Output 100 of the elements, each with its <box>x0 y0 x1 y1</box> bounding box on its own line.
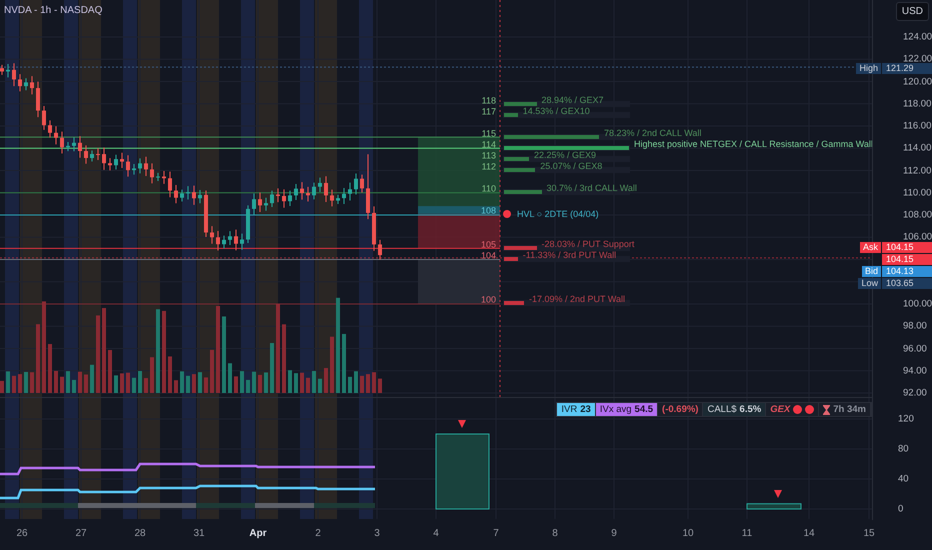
candle <box>162 170 166 184</box>
strike-label: 105 <box>480 240 496 250</box>
volume-bar <box>120 373 124 393</box>
price-tag-value: 104.13 <box>882 266 932 277</box>
candle <box>186 186 190 200</box>
strike-label: 112 <box>482 162 496 172</box>
gex-label: -28.03% / PUT Support <box>542 239 634 249</box>
volume-bar <box>234 376 238 393</box>
price-tag-value: 104.15 <box>882 242 932 253</box>
dot-icon <box>503 210 511 218</box>
dot-icon <box>805 405 814 414</box>
candle <box>270 190 274 208</box>
price-axis-label: 94.00 <box>903 365 927 376</box>
gex-label: 14.53% / GEX10 <box>522 106 590 116</box>
candle <box>330 189 334 207</box>
time-axis-label: 31 <box>193 528 205 539</box>
candle <box>294 184 298 200</box>
volume-bar <box>258 374 262 393</box>
candle <box>6 64 10 78</box>
time-axis-label: Apr <box>249 528 267 539</box>
volume-bar <box>60 376 64 393</box>
down-triangle-icon <box>458 420 466 428</box>
candle <box>312 182 316 200</box>
volume-bar <box>30 372 34 393</box>
candle <box>348 182 352 201</box>
volume-bar <box>24 372 28 393</box>
strike-label: 110 <box>482 184 496 194</box>
volume-bar <box>264 372 268 393</box>
candle <box>114 154 118 170</box>
candle <box>300 182 304 200</box>
volume-bar <box>150 357 154 393</box>
volume-bar <box>54 370 58 393</box>
candle <box>234 229 238 251</box>
volume-bar <box>36 324 40 393</box>
candle <box>240 233 244 250</box>
price-axis-label: 96.00 <box>903 343 927 354</box>
candle <box>54 126 58 145</box>
badge-value: 6.5% <box>740 404 762 415</box>
volume-bar <box>186 376 190 393</box>
price-axis-label: 100.00 <box>903 298 932 310</box>
candle <box>204 190 208 238</box>
candle <box>30 76 34 95</box>
candle <box>258 192 262 213</box>
badge-label: IVR <box>561 404 578 415</box>
candle <box>222 235 226 249</box>
volume-box <box>746 503 802 510</box>
price-axis-label: 106.00 <box>903 232 932 243</box>
volume-bar <box>132 378 136 393</box>
gex-label: 25.07% / GEX8 <box>540 161 602 171</box>
price-axis-label: 108.00 <box>903 210 932 220</box>
price-tag-label: Low <box>858 278 881 289</box>
volume-bar <box>84 374 88 393</box>
strike-label: 117 <box>482 106 496 116</box>
strike-label: 115 <box>482 128 496 138</box>
candle <box>24 78 28 91</box>
currency-button[interactable]: USD <box>896 2 929 21</box>
candle <box>102 146 106 170</box>
price-tag-value: 104.15 <box>882 254 932 265</box>
gex-label: 30.7% / 3rd CALL Wall <box>546 183 637 193</box>
volume-bar <box>192 374 196 393</box>
candle <box>174 184 178 204</box>
volume-bar <box>180 371 184 393</box>
volume-bar <box>294 373 298 393</box>
strike-label: 113 <box>482 150 496 160</box>
volume-bar <box>348 376 352 393</box>
candle <box>120 152 124 168</box>
time-axis-label: 15 <box>863 528 875 539</box>
volume-bar <box>282 324 286 393</box>
candle <box>336 194 340 204</box>
candle <box>246 204 250 244</box>
candle <box>192 185 196 206</box>
volume-bar <box>174 380 178 393</box>
volume-bar <box>240 371 244 393</box>
gex-label: HVL ○ 2DTE (04/04) <box>517 209 599 219</box>
badge-label: CALL$ <box>707 404 737 415</box>
candle <box>198 189 202 204</box>
volume-bar <box>300 372 304 393</box>
volume-bar <box>66 371 70 393</box>
candle <box>252 193 256 216</box>
time-axis-label: 7 <box>493 528 499 539</box>
price-tag-label: High <box>856 63 881 74</box>
strike-label: 118 <box>482 96 496 106</box>
candle <box>108 158 112 171</box>
candle <box>72 136 76 152</box>
volume-bar <box>330 336 334 393</box>
time-axis-label: 9 <box>611 528 617 539</box>
volume-bar <box>144 378 148 393</box>
candle <box>138 158 142 174</box>
badge-label: GEX <box>770 404 790 415</box>
volume-bar <box>252 372 256 393</box>
badge-value: 23 <box>580 404 591 415</box>
volume-bar <box>12 376 16 393</box>
strike-label: 100 <box>480 294 496 304</box>
dot-icon <box>793 405 802 414</box>
time-axis-label: 14 <box>803 528 815 539</box>
volume-bar <box>114 375 118 393</box>
candle <box>66 142 70 152</box>
volume-bar <box>288 370 292 393</box>
strike-label: 104 <box>480 250 496 260</box>
gex-label: 28.94% / GEX7 <box>542 95 604 105</box>
